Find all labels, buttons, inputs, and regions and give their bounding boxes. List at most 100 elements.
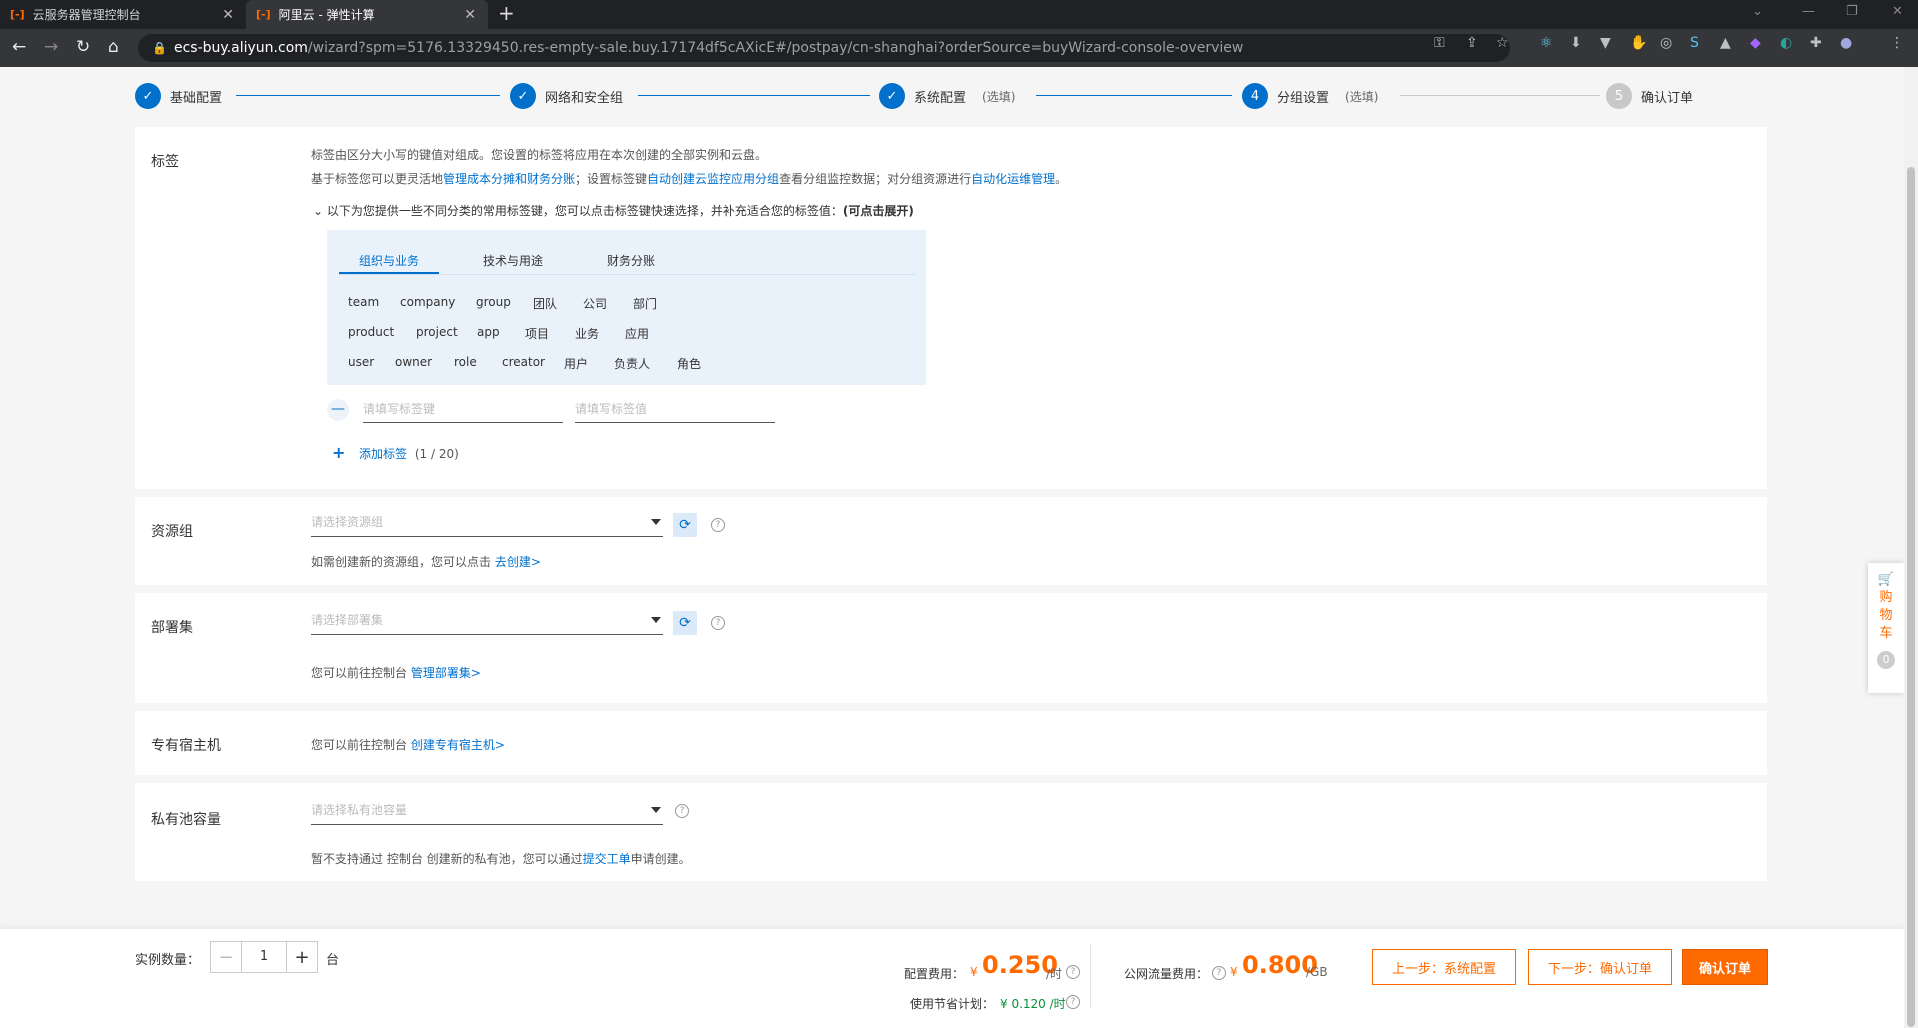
tag-key-chip[interactable]: owner xyxy=(395,355,432,369)
tag-key-chip[interactable]: project xyxy=(416,325,458,339)
resource-group-select[interactable]: 请选择资源组 xyxy=(311,507,663,537)
add-tag-button[interactable]: 添加标签 (1 / 20) xyxy=(359,445,459,462)
quantity-stepper[interactable]: − 1 + xyxy=(210,941,318,973)
add-tag-icon[interactable]: + xyxy=(332,443,345,462)
step-system-config[interactable]: ✓ 系统配置 (选填) xyxy=(879,83,1015,109)
tag-suggestions-toggle[interactable]: ⌄ 以下为您提供一些不同分类的常用标签键，您可以点击标签键快速选择，并补充适合您… xyxy=(313,202,914,219)
browser-tab[interactable]: [-] 云服务器管理控制台 ✕ xyxy=(0,0,246,29)
triangle-extension-icon[interactable]: ▲ xyxy=(1720,35,1731,51)
forward-icon[interactable]: → xyxy=(44,37,58,57)
config-fee-label: 配置费用： xyxy=(904,967,965,981)
adblock-icon[interactable]: ✋ xyxy=(1630,35,1647,51)
key-icon[interactable]: ⚿ xyxy=(1434,35,1445,51)
cost-allocation-link[interactable]: 管理成本分摊和财务分账 xyxy=(443,172,575,186)
s-extension-icon[interactable]: S xyxy=(1690,35,1699,51)
remove-tag-icon[interactable]: — xyxy=(327,399,349,421)
resource-group-section: 资源组 请选择资源组 ⟳ ? 如需创建新的资源组，您可以点击 去创建> xyxy=(135,497,1767,585)
tag-value-input[interactable]: 请填写标签值 xyxy=(575,395,775,423)
create-resource-group-link[interactable]: 去创建> xyxy=(495,555,541,569)
shopping-cart-widget[interactable]: 🛒 购物车 0 xyxy=(1868,563,1904,693)
help-icon[interactable]: ? xyxy=(1066,965,1080,979)
close-icon[interactable]: ✕ xyxy=(222,7,234,23)
help-icon[interactable]: ? xyxy=(711,518,725,532)
bookmark-star-icon[interactable]: ☆ xyxy=(1496,35,1509,51)
minus-icon[interactable]: − xyxy=(211,947,241,968)
tag-key-chip[interactable]: 应用 xyxy=(625,325,649,342)
share-icon[interactable]: ⇪ xyxy=(1466,35,1478,51)
tab-divider xyxy=(339,274,915,275)
tag-key-chip[interactable]: 部门 xyxy=(633,295,657,312)
tab-finance[interactable]: 财务分账 xyxy=(607,252,655,269)
back-icon[interactable]: ← xyxy=(12,37,26,57)
deployment-set-select[interactable]: 请选择部署集 xyxy=(311,605,663,635)
browser-tab-active[interactable]: [-] 阿里云 - 弹性计算 ✕ xyxy=(246,0,488,29)
close-icon[interactable]: ✕ xyxy=(464,7,476,23)
aliyun-favicon-icon: [-] xyxy=(256,8,271,21)
tag-key-chip[interactable]: 负责人 xyxy=(614,355,650,372)
restore-icon[interactable]: ❐ xyxy=(1846,4,1858,19)
step-check-icon: ✓ xyxy=(510,83,536,109)
feather-extension-icon[interactable]: ◆ xyxy=(1750,35,1761,51)
window-close-icon[interactable]: ✕ xyxy=(1892,4,1903,19)
tag-key-chip[interactable]: user xyxy=(348,355,374,369)
tag-key-chip[interactable]: team xyxy=(348,295,379,309)
target-extension-icon[interactable]: ◎ xyxy=(1660,35,1672,51)
extensions-puzzle-icon[interactable]: ✚ xyxy=(1810,35,1822,51)
tag-key-chip[interactable]: 角色 xyxy=(677,355,701,372)
tag-key-chip[interactable]: 业务 xyxy=(575,325,599,342)
prev-step-button[interactable]: 上一步：系统配置 xyxy=(1372,949,1516,985)
help-icon[interactable]: ? xyxy=(711,616,725,630)
tab-tech-usage[interactable]: 技术与用途 xyxy=(483,252,543,269)
page-scrollbar[interactable] xyxy=(1904,67,1918,1028)
tag-key-chip[interactable]: 公司 xyxy=(583,295,607,312)
help-icon[interactable]: ? xyxy=(675,804,689,818)
step-label: 网络和安全组 xyxy=(545,90,624,106)
tab-org-business[interactable]: 组织与业务 xyxy=(359,252,419,269)
submit-ticket-link[interactable]: 提交工单 xyxy=(583,852,631,866)
step-connector xyxy=(236,95,500,96)
quantity-input[interactable]: 1 xyxy=(241,942,287,972)
address-bar[interactable]: 🔒 ecs-buy.aliyun.com/wizard?spm=5176.133… xyxy=(138,34,1510,62)
step-basic-config[interactable]: ✓ 基础配置 xyxy=(135,83,222,109)
react-devtools-icon[interactable]: ⚛ xyxy=(1540,35,1553,51)
create-dedicated-host-link[interactable]: 创建专有宿主机> xyxy=(411,738,505,752)
new-tab-icon[interactable]: + xyxy=(498,2,515,24)
tag-key-chip[interactable]: product xyxy=(348,325,394,339)
tag-key-chip[interactable]: 项目 xyxy=(525,325,549,342)
cloudmonitor-group-link[interactable]: 自动创建云监控应用分组 xyxy=(647,172,779,186)
tab-title: 云服务器管理控制台 xyxy=(32,8,141,22)
step-confirm-order[interactable]: 5 确认订单 xyxy=(1606,83,1693,109)
private-pool-select[interactable]: 请选择私有池容量 xyxy=(311,795,663,825)
saving-plan-label: 使用节省计划： xyxy=(910,997,995,1011)
tag-key-chip[interactable]: 用户 xyxy=(564,355,588,372)
tag-key-chip[interactable]: 团队 xyxy=(533,295,557,312)
home-icon[interactable]: ⌂ xyxy=(108,37,119,57)
next-step-button[interactable]: 下一步：确认订单 xyxy=(1528,949,1672,985)
manage-deployment-set-link[interactable]: 管理部署集> xyxy=(411,666,481,680)
help-icon[interactable]: ? xyxy=(1066,995,1080,1009)
download-extension-icon[interactable]: ⬇ xyxy=(1570,35,1582,51)
automation-ops-link[interactable]: 自动化运维管理 xyxy=(971,172,1055,186)
tag-key-chip[interactable]: role xyxy=(454,355,477,369)
plus-icon[interactable]: + xyxy=(287,947,317,968)
tag-key-chip[interactable]: group xyxy=(476,295,511,309)
step-network-security[interactable]: ✓ 网络和安全组 xyxy=(510,83,623,109)
confirm-order-button[interactable]: 确认订单 xyxy=(1682,949,1768,985)
vue-extension-icon[interactable]: ▼ xyxy=(1600,35,1611,51)
help-icon[interactable]: ? xyxy=(1212,966,1226,980)
refresh-icon[interactable]: ⟳ xyxy=(673,611,697,635)
scrollbar-thumb[interactable] xyxy=(1907,167,1915,1027)
refresh-icon[interactable]: ⟳ xyxy=(673,513,697,537)
circle-extension-icon[interactable]: ◐ xyxy=(1780,35,1792,51)
divider xyxy=(1090,943,1091,1009)
minimize-icon[interactable]: — xyxy=(1802,4,1815,19)
menu-kebab-icon[interactable]: ⋮ xyxy=(1890,35,1904,51)
tag-key-chip[interactable]: company xyxy=(400,295,455,309)
tag-key-chip[interactable]: creator xyxy=(502,355,545,369)
tag-key-input[interactable]: 请填写标签键 xyxy=(363,395,563,423)
tab-search-icon[interactable]: ⌄ xyxy=(1752,4,1763,19)
tag-key-chip[interactable]: app xyxy=(477,325,500,339)
step-group-settings[interactable]: 4 分组设置 (选填) xyxy=(1242,83,1378,109)
reload-icon[interactable]: ↻ xyxy=(76,37,90,57)
profile-avatar-icon[interactable]: ● xyxy=(1840,35,1852,51)
